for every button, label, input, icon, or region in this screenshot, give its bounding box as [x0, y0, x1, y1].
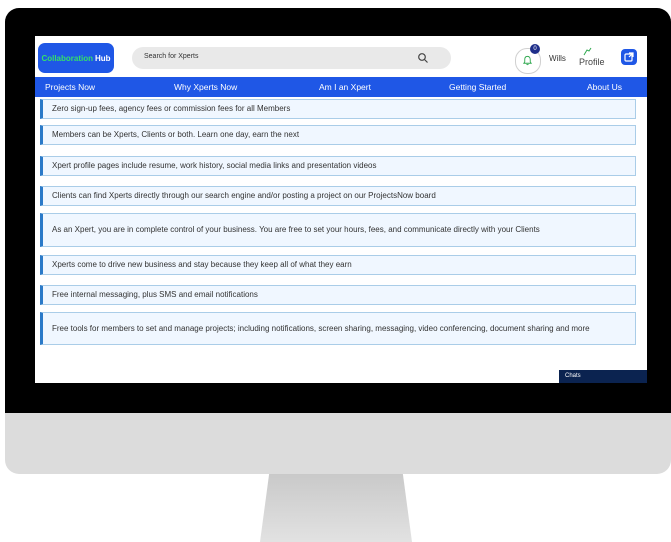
- search-input[interactable]: Search for Xperts: [144, 53, 198, 60]
- search-bar[interactable]: Search for Xperts: [132, 47, 451, 69]
- list-item: Zero sign-up fees, agency fees or commis…: [40, 99, 636, 119]
- nav-why-xperts-now[interactable]: Why Xperts Now: [174, 82, 237, 92]
- list-item: As an Xpert, you are in complete control…: [40, 213, 636, 247]
- user-name[interactable]: Wills: [549, 54, 566, 63]
- open-external-button[interactable]: [621, 49, 637, 65]
- main-nav: Projects Now Why Xperts Now Am I an Xper…: [35, 77, 647, 97]
- list-item: Free tools for members to set and manage…: [40, 312, 636, 345]
- logo-secondary-text: Hub: [95, 53, 111, 63]
- list-item: Xpert profile pages include resume, work…: [40, 156, 636, 176]
- logo-primary-text: Collaboration: [41, 53, 93, 63]
- monitor-stand: [260, 474, 412, 542]
- nav-am-i-an-xpert[interactable]: Am I an Xpert: [319, 82, 371, 92]
- profile-link[interactable]: Profile: [579, 46, 611, 74]
- logo[interactable]: Collaboration Hub: [38, 43, 114, 73]
- nav-getting-started[interactable]: Getting Started: [449, 82, 506, 92]
- search-icon[interactable]: [417, 52, 429, 64]
- chats-label: Chats: [565, 373, 581, 379]
- nav-projects-now[interactable]: Projects Now: [45, 82, 95, 92]
- list-item: Free internal messaging, plus SMS and em…: [40, 285, 636, 305]
- list-item: Members can be Xperts, Clients or both. …: [40, 125, 636, 145]
- nav-about-us[interactable]: About Us: [587, 82, 622, 92]
- list-item: Xperts come to drive new business and st…: [40, 255, 636, 275]
- chats-bar[interactable]: Chats: [559, 370, 647, 383]
- notification-badge: 0: [530, 44, 540, 54]
- screen: Collaboration Hub Search for Xperts 0 Wi…: [35, 36, 647, 383]
- profile-label: Profile: [579, 57, 605, 67]
- profile-icon: [583, 47, 592, 56]
- header: Collaboration Hub Search for Xperts 0 Wi…: [35, 36, 647, 78]
- bell-icon: [522, 55, 533, 66]
- list-item: Clients can find Xperts directly through…: [40, 186, 636, 206]
- external-link-icon: [624, 52, 634, 62]
